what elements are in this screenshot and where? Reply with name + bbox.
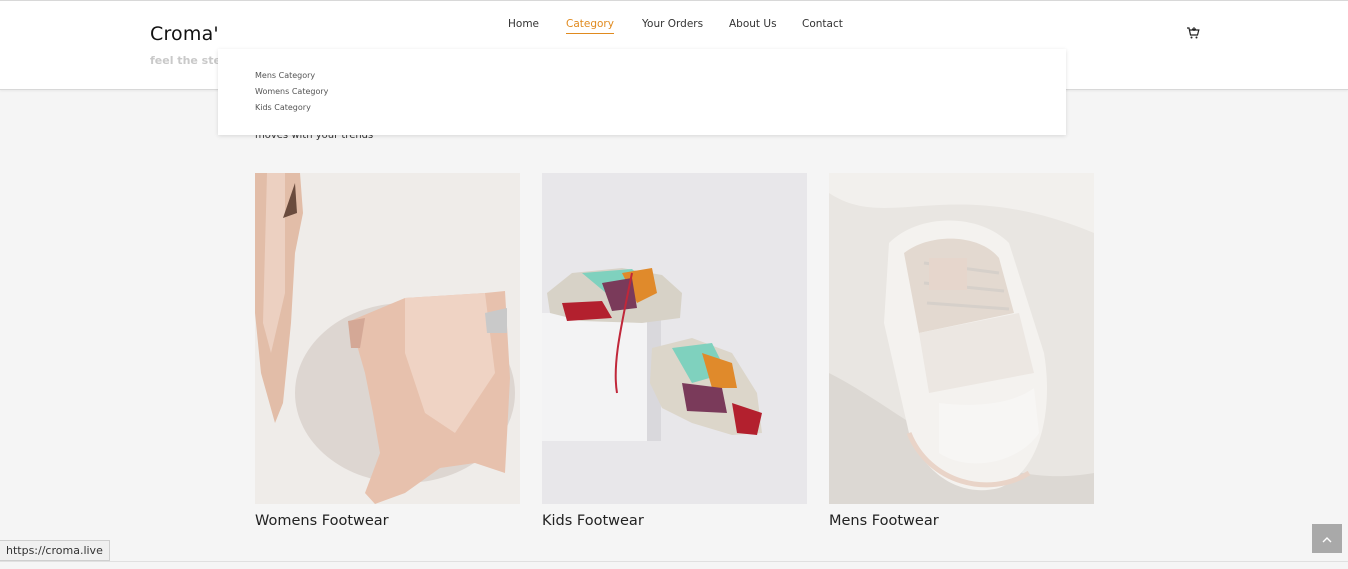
product-card-mens[interactable]: Mens Footwear <box>829 173 1094 529</box>
dropdown-item-kids[interactable]: Kids Category <box>255 103 311 112</box>
dropdown-item-mens[interactable]: Mens Category <box>255 71 315 80</box>
category-dropdown: Mens Category Womens Category Kids Categ… <box>218 49 1066 135</box>
dropdown-item-womens[interactable]: Womens Category <box>255 87 328 96</box>
brand-tagline: feel the step <box>150 54 229 67</box>
chevron-up-icon <box>1322 529 1332 548</box>
mens-sneaker-image[interactable] <box>829 173 1094 504</box>
product-title[interactable]: Mens Footwear <box>829 513 939 529</box>
nav-about-us[interactable]: About Us <box>729 18 777 30</box>
cart-icon[interactable] <box>1186 25 1200 39</box>
nav-your-orders[interactable]: Your Orders <box>642 18 703 30</box>
brand-name[interactable]: Croma' <box>150 23 219 45</box>
womens-boot-image[interactable] <box>255 173 520 504</box>
product-card-womens[interactable]: Womens Footwear <box>255 173 520 529</box>
scroll-to-top-button[interactable] <box>1312 524 1342 553</box>
product-card-kids[interactable]: Kids Footwear <box>542 173 807 529</box>
status-bar-url: https://croma.live <box>0 540 110 561</box>
nav-home[interactable]: Home <box>508 18 539 30</box>
product-title[interactable]: Womens Footwear <box>255 513 389 529</box>
bottom-border <box>0 561 1348 562</box>
nav-contact[interactable]: Contact <box>802 18 843 30</box>
nav-category[interactable]: Category <box>566 18 614 34</box>
kids-sneakers-image[interactable] <box>542 173 807 504</box>
product-title[interactable]: Kids Footwear <box>542 513 644 529</box>
